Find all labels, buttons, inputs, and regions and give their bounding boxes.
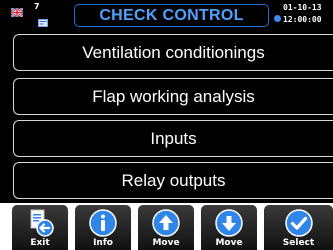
select-button[interactable]: Select — [264, 205, 333, 250]
card-icon — [38, 14, 48, 27]
info-button-label: Info — [93, 238, 113, 248]
uk-flag-icon[interactable] — [11, 8, 23, 17]
menu-item-relay-outputs[interactable]: Relay outputs — [13, 162, 333, 199]
move-up-button[interactable]: Move — [138, 205, 194, 250]
info-button[interactable]: Info — [75, 205, 131, 250]
page-title: CHECK CONTROL — [99, 6, 244, 24]
move-up-button-label: Move — [152, 238, 180, 248]
page-title-box: CHECK CONTROL — [74, 4, 269, 27]
clock-icon — [274, 15, 281, 22]
menu-item-label: Ventilation conditionings — [82, 42, 265, 62]
date-display: 01-10-13 — [283, 3, 322, 12]
exit-button[interactable]: Exit — [12, 205, 68, 250]
time-display: 12:00:00 — [283, 15, 322, 24]
exit-document-icon — [25, 208, 55, 238]
menu-item-label: Flap working analysis — [92, 86, 255, 106]
menu-item-label: Inputs — [150, 128, 197, 148]
menu-item-label: Relay outputs — [121, 170, 226, 190]
select-button-label: Select — [282, 238, 315, 248]
arrow-down-icon — [214, 208, 244, 238]
menu-item-inputs[interactable]: Inputs — [13, 120, 333, 157]
profile-number: 7 — [34, 2, 40, 11]
exit-button-label: Exit — [30, 238, 50, 248]
menu-item-flap-working-analysis[interactable]: Flap working analysis — [13, 78, 333, 115]
info-icon — [88, 208, 118, 238]
menu-item-ventilation-conditionings[interactable]: Ventilation conditionings — [13, 34, 333, 71]
move-down-button-label: Move — [215, 238, 243, 248]
checkmark-icon — [284, 208, 314, 238]
arrow-up-icon — [151, 208, 181, 238]
move-down-button[interactable]: Move — [201, 205, 257, 250]
header-bar: 7 CHECK CONTROL 01-10-13 12:00:00 — [0, 0, 333, 31]
